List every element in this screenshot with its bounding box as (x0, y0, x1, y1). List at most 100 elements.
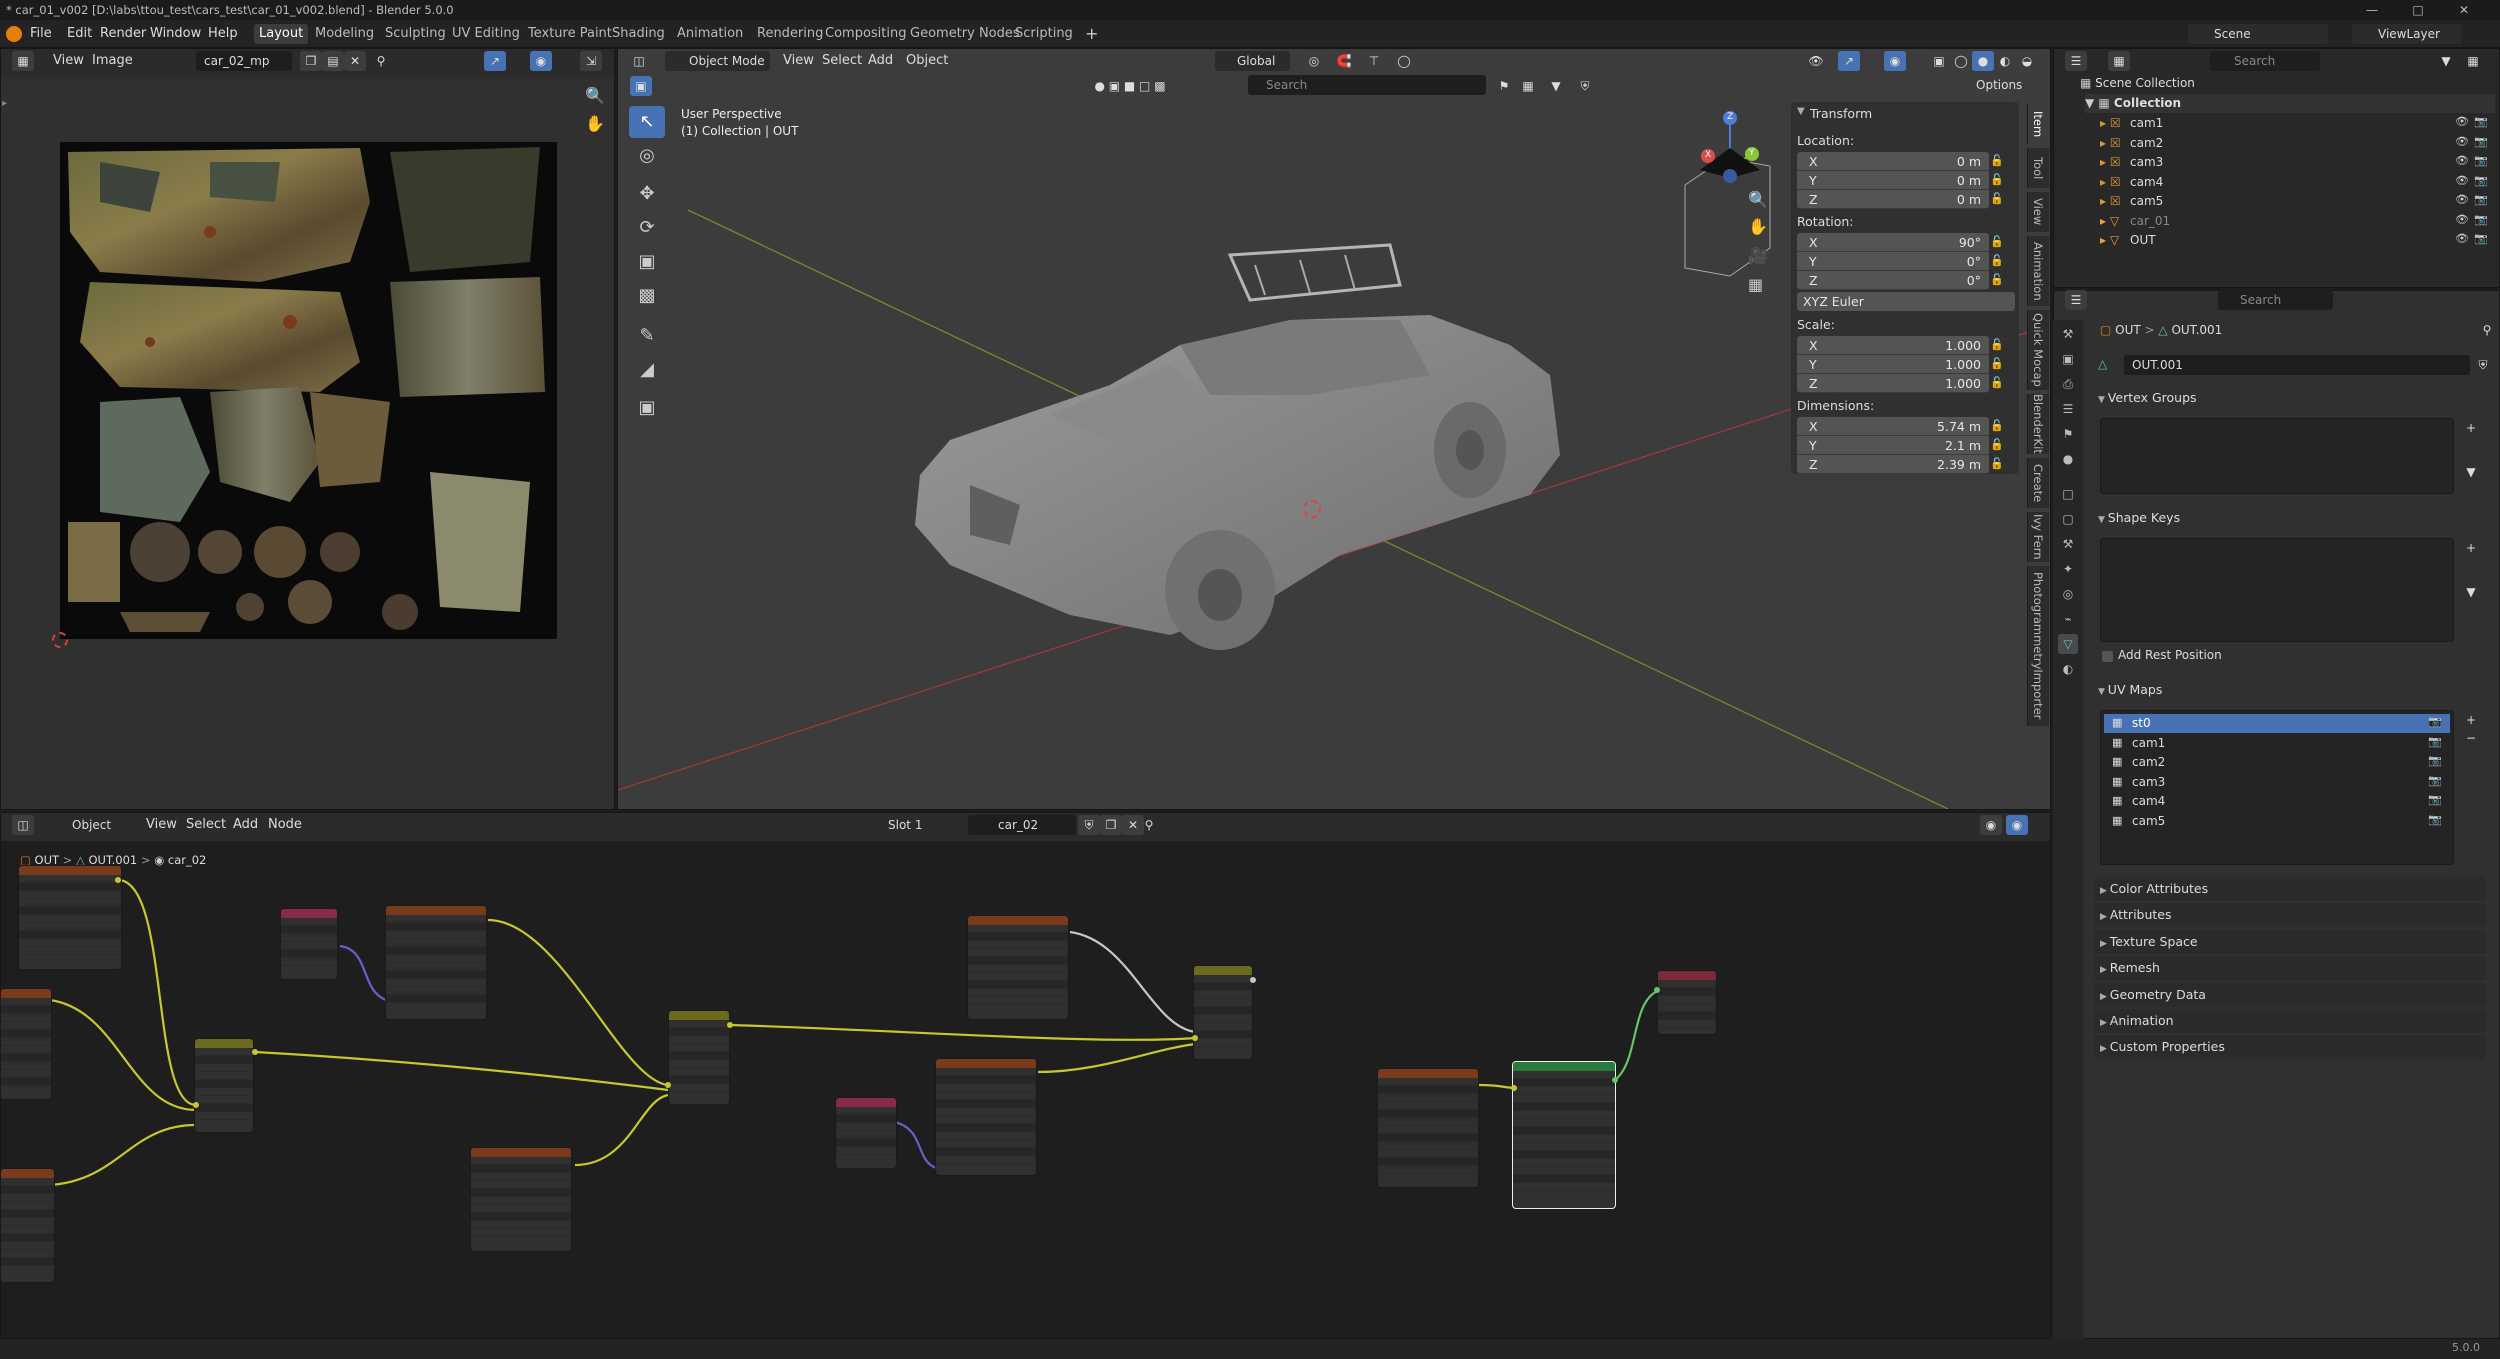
active-render-camera-icon[interactable]: 📷 (2428, 735, 2442, 748)
minimize-icon[interactable]: — (2354, 0, 2390, 20)
location-y-lock-icon[interactable]: 🔓 (1990, 173, 2004, 187)
shape-key-add-icon[interactable]: + (2460, 538, 2482, 558)
outliner-item-OUT[interactable]: ▸ ▽ OUT (2100, 231, 2495, 250)
image-name-field[interactable]: car_02_mp (196, 51, 292, 71)
outliner-item-cam3[interactable]: ▸ ☒ cam3 (2100, 153, 2495, 172)
scale-y-field[interactable]: Y 1.000 (1797, 355, 1989, 374)
object-tab-icon[interactable]: ▢ (2058, 509, 2078, 529)
node-header[interactable] (19, 866, 121, 875)
node-header[interactable] (1, 989, 51, 998)
scene-collection-row[interactable]: ▦ Scene Collection (2080, 74, 2195, 93)
dimensions-z-lock-icon[interactable]: 🔓 (1990, 457, 2004, 471)
transform-collapse-icon[interactable]: ▼ (1797, 106, 1805, 117)
properties-search-input[interactable]: Search (2218, 290, 2333, 310)
uv-map-row[interactable]: st0 (2104, 714, 2450, 733)
tool-tab-icon[interactable]: ⚒ (2058, 324, 2078, 344)
add-workspace-icon[interactable]: + (1085, 24, 1098, 44)
render-camera-icon[interactable]: 📷 (2474, 115, 2488, 128)
uv-add-icon[interactable]: + (2460, 710, 2482, 730)
menu-render[interactable]: Render (100, 24, 146, 44)
output-tab-icon[interactable]: ⎙ (2058, 374, 2078, 394)
visibility-eye-icon[interactable]: 👁 (2455, 232, 2469, 245)
workspace-tab-texture-paint[interactable]: Texture Paint (523, 24, 617, 44)
render-camera-icon[interactable]: 📷 (2474, 193, 2488, 206)
pivot-icon[interactable]: ◎ (1303, 51, 1325, 71)
material-tab-icon[interactable]: ◐ (2058, 659, 2078, 679)
location-x-lock-icon[interactable]: 🔓 (1990, 154, 2004, 168)
editor-type-icon[interactable]: ▦ (12, 51, 34, 71)
menu-help[interactable]: Help (208, 24, 238, 44)
node-header[interactable] (1513, 1062, 1615, 1071)
material-name-field[interactable]: car_02 (968, 815, 1076, 835)
menu-file[interactable]: File (30, 24, 52, 44)
viewlayer-selector[interactable]: ViewLayer (2352, 24, 2462, 44)
filter-icon[interactable]: ▼ (1545, 76, 1567, 96)
node-header[interactable] (968, 916, 1068, 925)
image-texture-node[interactable] (967, 915, 1069, 1020)
tool-cursor[interactable]: ◎ (629, 140, 665, 172)
2d-cursor-icon[interactable] (52, 632, 68, 648)
location-x-field[interactable]: X 0 m (1797, 152, 1989, 171)
options-dropdown[interactable]: Options (1970, 75, 2022, 95)
uv-remove-icon[interactable]: − (2460, 728, 2482, 748)
rotation-x-field[interactable]: X 90° (1797, 233, 1989, 252)
active-render-camera-icon[interactable]: 📷 (2428, 715, 2442, 728)
viewport-object-menu[interactable]: Object (906, 51, 948, 71)
vertex-group-add-icon[interactable]: + (2460, 418, 2482, 438)
node-socket[interactable] (115, 877, 121, 883)
render-camera-icon[interactable]: 📷 (2474, 213, 2488, 226)
image-view-menu[interactable]: View (53, 51, 84, 71)
workspace-tab-rendering[interactable]: Rendering (752, 24, 828, 44)
mix-node[interactable] (194, 1038, 254, 1133)
visibility-eye-icon[interactable]: 👁 (2455, 135, 2469, 148)
shape-key-menu-icon[interactable]: ▼ (2460, 582, 2482, 602)
physics-tab-icon[interactable]: ◎ (2058, 584, 2078, 604)
node-header[interactable] (836, 1098, 896, 1107)
panel-texture-space[interactable]: ▶ Texture Space (2094, 929, 2486, 954)
image-unlink-icon[interactable]: ✕ (344, 51, 366, 71)
visibility-eye-icon[interactable]: 👁 (2455, 154, 2469, 167)
render-camera-icon[interactable]: 📷 (2474, 154, 2488, 167)
node-header[interactable] (471, 1148, 571, 1157)
scale-z-field[interactable]: Z 1.000 (1797, 374, 1989, 393)
constraints-tab-icon[interactable]: ⌁ (2058, 609, 2078, 629)
tool-scale[interactable]: ▣ (629, 246, 665, 278)
node-overlay-icon[interactable]: ◉ (2006, 815, 2028, 835)
workspace-tab-compositing[interactable]: Compositing (820, 24, 912, 44)
npanel-tab-blenderkit[interactable]: BlenderKit (2027, 394, 2049, 454)
scale-x-field[interactable]: X 1.000 (1797, 336, 1989, 355)
dimensions-y-field[interactable]: Y 2.1 m (1797, 436, 1989, 455)
mode-selector[interactable]: Object Mode (665, 51, 770, 71)
fake-user-icon[interactable]: ⛨ (2472, 355, 2494, 375)
node-socket[interactable] (1250, 977, 1256, 983)
active-render-camera-icon[interactable]: 📷 (2428, 793, 2442, 806)
node-node-menu[interactable]: Node (268, 815, 302, 835)
render-camera-icon[interactable]: 📷 (2474, 174, 2488, 187)
viewport-editor-type-icon[interactable]: ◫ (628, 51, 650, 71)
workspace-tab-modeling[interactable]: Modeling (310, 24, 379, 44)
menu-edit[interactable]: Edit (67, 24, 92, 44)
scale-x-lock-icon[interactable]: 🔓 (1990, 338, 2004, 352)
world-tab-icon[interactable]: ● (2058, 449, 2078, 469)
snap-icon[interactable]: 🧲 (1333, 51, 1355, 71)
panel-geometry-data[interactable]: ▶ Geometry Data (2094, 982, 2486, 1007)
uv-maps-header[interactable]: ▼ UV Maps (2098, 678, 2162, 702)
image-overlay-icon[interactable]: ◉ (530, 51, 552, 71)
visibility-eye-icon[interactable]: 👁 (2455, 193, 2469, 206)
npanel-tab-photogrammetryimporter[interactable]: PhotogrammetryImporter (2027, 566, 2049, 726)
rotation-mode-select[interactable]: XYZ Euler (1797, 292, 2015, 311)
orientation-selector[interactable]: Global (1215, 51, 1290, 71)
proportional-edit-icon[interactable]: ◯ (1393, 51, 1415, 71)
pan-hand-icon[interactable]: ✋ (585, 114, 605, 133)
render-tab-icon[interactable]: ▣ (2058, 349, 2078, 369)
attribute-node[interactable] (835, 1097, 897, 1169)
dimensions-x-lock-icon[interactable]: 🔓 (1990, 419, 2004, 433)
toolbar-expand-icon[interactable]: ▸ (2, 98, 7, 109)
image-texture-node[interactable] (385, 905, 487, 1020)
zoom-icon[interactable]: 🔍 (585, 86, 605, 105)
viewport-select-menu[interactable]: Select (822, 51, 862, 71)
collection-row[interactable]: ▼ ▦ Collection (2085, 94, 2495, 113)
dimensions-z-field[interactable]: Z 2.39 m (1797, 455, 1989, 474)
particles-tab-icon[interactable]: ✦ (2058, 559, 2078, 579)
viewport-view-menu[interactable]: View (783, 51, 814, 71)
